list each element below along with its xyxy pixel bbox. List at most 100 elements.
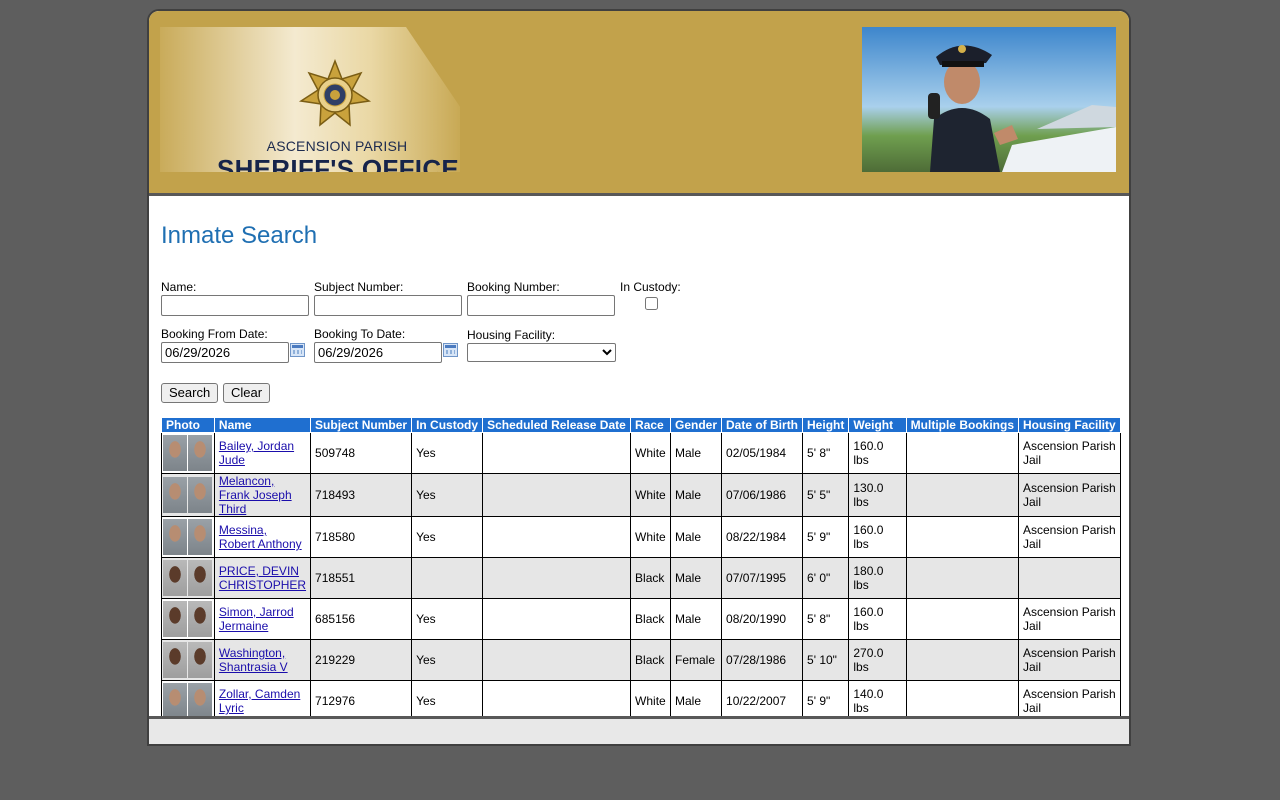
inmate-name-link[interactable]: Simon, Jarrod Jermaine	[219, 605, 294, 633]
calendar-icon[interactable]	[290, 343, 305, 357]
table-body: Bailey, Jordan Jude 509748 Yes White Male 02/…	[161, 432, 1121, 722]
inmate-mugshot[interactable]	[163, 560, 213, 596]
subject-cell: 685156	[310, 598, 413, 640]
housing-facility-select[interactable]	[467, 343, 616, 362]
gender-cell: Male	[669, 516, 723, 558]
booking-from-date-input[interactable]	[161, 342, 289, 363]
inmate-name-link[interactable]: Washington, Shantrasia V	[219, 646, 288, 674]
inmate-mugshot[interactable]	[163, 601, 213, 637]
weight-cell: 160.0 lbs	[848, 598, 907, 640]
name-cell: PRICE, DEVIN CHRISTOPHER	[213, 557, 312, 599]
inmate-name-link[interactable]: Bailey, Jordan Jude	[219, 439, 294, 467]
mugshot-profile	[188, 477, 212, 513]
release-cell	[482, 598, 632, 640]
column-header: Name	[213, 417, 312, 433]
height-cell: 6' 0"	[802, 557, 850, 599]
name-cell: Melancon, Frank Joseph Third	[213, 473, 312, 517]
in-custody-label: In Custody:	[620, 280, 681, 294]
race-cell: Black	[630, 557, 671, 599]
name-cell: Simon, Jarrod Jermaine	[213, 598, 312, 640]
column-header: Scheduled Release Date	[482, 417, 632, 433]
column-header: Gender	[669, 417, 723, 433]
weight-cell: 160.0 lbs	[848, 516, 907, 558]
multiple-cell	[905, 557, 1020, 599]
inmate-mugshot[interactable]	[163, 519, 213, 555]
footer-bar	[149, 716, 1129, 744]
booking-to-date-field-group: Booking To Date:	[314, 327, 458, 363]
calendar-icon[interactable]	[443, 343, 458, 357]
table-row: Washington, Shantrasia V 219229 Yes Black Fe…	[161, 639, 1121, 681]
release-cell	[482, 432, 632, 474]
multiple-cell	[905, 516, 1020, 558]
gender-cell: Male	[669, 557, 723, 599]
multiple-cell	[905, 639, 1020, 681]
inmate-mugshot[interactable]	[163, 642, 213, 678]
name-input[interactable]	[161, 295, 309, 316]
name-field-group: Name:	[161, 280, 309, 316]
race-cell: White	[630, 473, 671, 517]
gender-cell: Male	[669, 473, 723, 517]
subject-number-input[interactable]	[314, 295, 462, 316]
dob-cell: 08/20/1990	[721, 598, 804, 640]
sheriff-logo[interactable]: ASCENSION PARISH SHERIFF'S OFFICE	[160, 27, 460, 172]
inmate-results-table: Photo Name Subject Number In Custody Schedul…	[161, 417, 1121, 722]
custody-cell: Yes	[411, 432, 484, 474]
subject-cell: 509748	[310, 432, 413, 474]
inmate-name-link[interactable]: Melancon, Frank Joseph Third	[219, 474, 292, 516]
gender-cell: Female	[669, 639, 723, 681]
booking-number-input[interactable]	[467, 295, 615, 316]
org-name-line1: ASCENSION PARISH	[266, 138, 408, 154]
facility-cell: Ascension Parish Jail	[1018, 639, 1121, 681]
booking-to-date-input[interactable]	[314, 342, 442, 363]
mugshot-front	[163, 601, 187, 637]
race-cell: White	[630, 516, 671, 558]
weight-cell: 130.0 lbs	[848, 473, 907, 517]
facility-cell	[1018, 557, 1121, 599]
race-cell: White	[630, 432, 671, 474]
column-header: Multiple Bookings	[905, 417, 1020, 433]
booking-to-date-label: Booking To Date:	[314, 327, 406, 341]
photo-cell	[161, 639, 215, 681]
subject-number-field-group: Subject Number:	[314, 280, 462, 316]
inmate-name-link[interactable]: Zollar, Camden Lyric	[219, 687, 300, 715]
facility-cell: Ascension Parish Jail	[1018, 598, 1121, 640]
subject-cell: 219229	[310, 639, 413, 681]
inmate-mugshot[interactable]	[163, 477, 213, 513]
gender-cell: Male	[669, 598, 723, 640]
photo-cell	[161, 598, 215, 640]
release-cell	[482, 639, 632, 681]
inmate-mugshot[interactable]	[163, 683, 213, 719]
inmate-name-link[interactable]: Messina, Robert Anthony	[219, 523, 302, 551]
dob-cell: 02/05/1984	[721, 432, 804, 474]
inmate-mugshot[interactable]	[163, 435, 213, 471]
photo-cell	[161, 432, 215, 474]
search-button[interactable]: Search	[161, 383, 219, 403]
subject-cell: 718493	[310, 473, 413, 517]
name-cell: Messina, Robert Anthony	[213, 516, 312, 558]
inmate-name-link[interactable]: PRICE, DEVIN CHRISTOPHER	[219, 564, 306, 592]
name-label: Name:	[161, 280, 197, 294]
booking-number-field-group: Booking Number:	[467, 280, 615, 316]
table-row: Bailey, Jordan Jude 509748 Yes White Male 02/…	[161, 432, 1121, 474]
column-header: Housing Facility	[1018, 417, 1121, 433]
booking-from-date-label: Booking From Date:	[161, 327, 268, 341]
weight-cell: 270.0 lbs	[848, 639, 907, 681]
mugshot-front	[163, 560, 187, 596]
housing-facility-field-group: Housing Facility:	[467, 328, 616, 362]
in-custody-checkbox[interactable]	[645, 297, 658, 310]
height-cell: 5' 9"	[802, 516, 850, 558]
mugshot-profile	[188, 560, 212, 596]
height-cell: 5' 8"	[802, 432, 850, 474]
multiple-cell	[905, 598, 1020, 640]
dob-cell: 07/07/1995	[721, 557, 804, 599]
custody-cell: Yes	[411, 598, 484, 640]
booking-number-label: Booking Number:	[467, 280, 560, 294]
release-cell	[482, 516, 632, 558]
page-title: Inmate Search	[161, 222, 318, 249]
table-row: Simon, Jarrod Jermaine 685156 Yes Black Male…	[161, 598, 1121, 640]
clear-button[interactable]: Clear	[223, 383, 271, 403]
facility-cell: Ascension Parish Jail	[1018, 473, 1121, 517]
gender-cell: Male	[669, 432, 723, 474]
facility-cell: Ascension Parish Jail	[1018, 432, 1121, 474]
column-header: Photo	[161, 417, 215, 433]
